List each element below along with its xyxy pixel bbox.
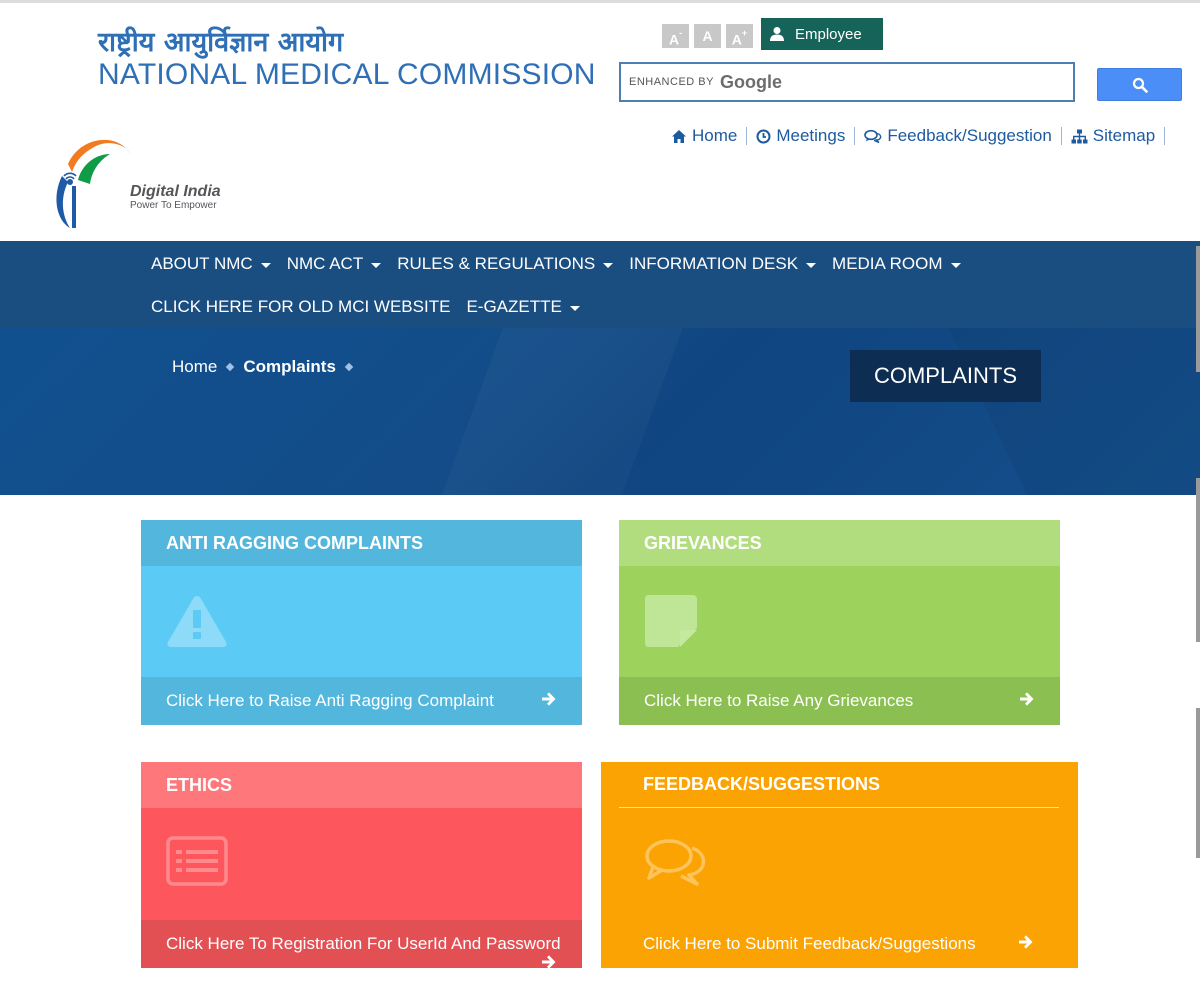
digital-india-logo[interactable]: Digital India Power To Empower bbox=[48, 136, 238, 232]
search-icon bbox=[1132, 77, 1148, 93]
user-icon bbox=[770, 27, 784, 41]
card-link-label: Click Here to Raise Anti Ragging Complai… bbox=[166, 691, 494, 710]
arrow-right-icon bbox=[1020, 692, 1034, 706]
main-nav: ABOUT NMC NMC ACT RULES & REGULATIONS IN… bbox=[0, 241, 1200, 328]
link-separator bbox=[1060, 127, 1062, 145]
nav-item-information-desk[interactable]: INFORMATION DESK bbox=[629, 254, 817, 274]
link-separator bbox=[854, 127, 856, 145]
search-enhanced-label: ENHANCED BY bbox=[629, 76, 714, 88]
card-title: FEEDBACK/SUGGESTIONS bbox=[619, 762, 1059, 808]
card-link-label: Click Here To Registration For UserId An… bbox=[166, 934, 561, 953]
logo-orange-arc bbox=[68, 139, 130, 172]
breadcrumb-current: Complaints bbox=[243, 357, 336, 376]
sitemap-icon bbox=[1071, 129, 1088, 143]
nav-item-about-nmc[interactable]: ABOUT NMC bbox=[151, 254, 271, 274]
arrow-right-icon bbox=[542, 955, 556, 969]
breadcrumb-separator-icon bbox=[226, 362, 235, 372]
font-increase-button[interactable]: A+ bbox=[726, 24, 753, 48]
card-link-label: Click Here to Submit Feedback/Suggestion… bbox=[643, 934, 976, 953]
font-decrease-button[interactable]: A- bbox=[662, 24, 689, 48]
top-link-meetings[interactable]: Meetings bbox=[756, 126, 845, 146]
caret-down-icon bbox=[950, 262, 961, 268]
nav-item-media-room[interactable]: MEDIA ROOM bbox=[832, 254, 961, 274]
arrow-right-icon bbox=[1019, 935, 1033, 949]
breadcrumb: Home Complaints bbox=[172, 357, 354, 377]
page-scrollbar[interactable] bbox=[1196, 0, 1200, 1006]
anti-ragging-card: ANTI RAGGING COMPLAINTS Click Here to Ra… bbox=[141, 520, 582, 725]
search-input[interactable]: ENHANCED BY Google bbox=[619, 62, 1075, 102]
caret-down-icon bbox=[806, 262, 817, 268]
nav-row-secondary: CLICK HERE FOR OLD MCI WEBSITE E-GAZETTE bbox=[151, 297, 580, 317]
caret-down-icon bbox=[260, 262, 271, 268]
top-link-sitemap[interactable]: Sitemap bbox=[1071, 126, 1155, 146]
grievances-link[interactable]: Click Here to Raise Any Grievances bbox=[619, 677, 1060, 725]
chat-icon bbox=[645, 839, 706, 886]
breadcrumb-home[interactable]: Home bbox=[172, 357, 217, 377]
card-link-label: Click Here to Raise Any Grievances bbox=[644, 691, 914, 710]
top-links: Home Meetings Feedback/Suggestion Sitema… bbox=[671, 126, 1174, 146]
ethics-link[interactable]: Click Here To Registration For UserId An… bbox=[141, 920, 582, 969]
anti-ragging-link[interactable]: Click Here to Raise Anti Ragging Complai… bbox=[141, 677, 582, 725]
top-border bbox=[0, 0, 1200, 3]
breadcrumb-separator-icon bbox=[344, 362, 354, 372]
employee-button[interactable]: Employee bbox=[761, 18, 883, 50]
arrow-right-icon bbox=[542, 692, 556, 706]
clock-icon bbox=[756, 129, 771, 143]
page-title: COMPLAINTS bbox=[850, 350, 1041, 402]
warning-icon bbox=[167, 596, 227, 647]
top-link-feedback[interactable]: Feedback/Suggestion bbox=[864, 126, 1052, 146]
ethics-card: ETHICS Click Here To Registration For Us… bbox=[141, 762, 582, 969]
font-normal-button[interactable]: A bbox=[694, 24, 721, 48]
caret-down-icon bbox=[603, 262, 614, 268]
site-title-english[interactable]: NATIONAL MEDICAL COMMISSION bbox=[98, 58, 596, 92]
top-link-home[interactable]: Home bbox=[671, 126, 737, 146]
digital-india-title: Digital India bbox=[130, 183, 221, 200]
feedback-card: FEEDBACK/SUGGESTIONS Click Here to Submi… bbox=[601, 762, 1078, 968]
page-banner: Home Complaints COMPLAINTS bbox=[0, 328, 1200, 495]
card-title: GRIEVANCES bbox=[619, 520, 1060, 566]
link-separator bbox=[746, 127, 748, 145]
nav-item-e-gazette[interactable]: E-GAZETTE bbox=[466, 297, 580, 317]
caret-down-icon bbox=[371, 262, 382, 268]
nav-item-nmc-act[interactable]: NMC ACT bbox=[287, 254, 382, 274]
card-title: ANTI RAGGING COMPLAINTS bbox=[141, 520, 582, 566]
caret-down-icon bbox=[569, 305, 580, 311]
feedback-link[interactable]: Click Here to Submit Feedback/Suggestion… bbox=[619, 920, 1059, 968]
home-icon bbox=[672, 129, 686, 143]
list-icon bbox=[166, 836, 228, 886]
nav-row-primary: ABOUT NMC NMC ACT RULES & REGULATIONS IN… bbox=[151, 254, 961, 274]
nav-item-rules-regulations[interactable]: RULES & REGULATIONS bbox=[397, 254, 614, 274]
comments-icon bbox=[864, 129, 882, 143]
digital-india-tagline: Power To Empower bbox=[130, 200, 217, 211]
search-button[interactable] bbox=[1097, 68, 1182, 101]
grievances-card: GRIEVANCES Click Here to Raise Any Griev… bbox=[619, 520, 1060, 725]
logo-green-arc bbox=[78, 154, 110, 184]
site-title-hindi[interactable]: राष्ट्रीय आयुर्विज्ञान आयोग bbox=[98, 22, 343, 59]
search-brand-label: Google bbox=[719, 71, 782, 92]
link-separator bbox=[1164, 127, 1166, 145]
note-icon bbox=[645, 595, 697, 647]
card-title: ETHICS bbox=[141, 762, 582, 808]
nav-item-old-mci-website[interactable]: CLICK HERE FOR OLD MCI WEBSITE bbox=[151, 297, 450, 317]
employee-label: Employee bbox=[795, 25, 862, 43]
